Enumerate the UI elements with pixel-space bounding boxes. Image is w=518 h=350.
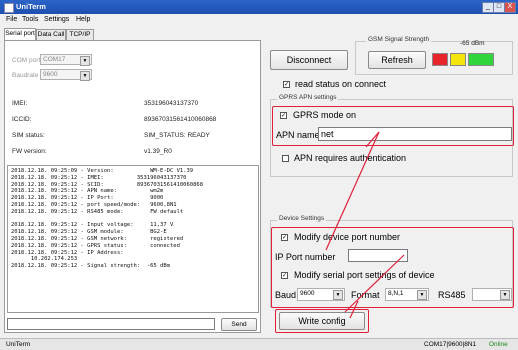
signal-bar-red [432,53,448,66]
log-line: 2018.12.18. 09:25:12 - IP Port: 9000 [11,195,164,202]
refresh-button[interactable]: Refresh [368,51,426,69]
tab-data-call[interactable]: Data Call [36,29,66,40]
log-line: 2018.12.18. 09:25:12 - Signal strength: … [11,263,170,270]
sim-status-value: SIM_STATUS: READY [144,132,210,139]
read-status-label: read status on connect [295,79,387,89]
status-port: COM17|9600|8N1 [424,341,477,348]
device-settings-caption: Device Settings [277,215,327,222]
send-button[interactable]: Send [221,318,257,331]
write-config-button[interactable]: Write config [279,312,365,330]
log-line: 2018.12.18. 09:25:12 - IP Address: [11,249,124,256]
log-line: 2018.12.18. 09:25:12 - IMEI: 35319604313… [11,174,187,181]
baud-value: 9600 [300,290,315,297]
log-line: 2018.12.18. 09:25:12 - port speed/mode: … [11,201,177,208]
imei-label: IMEI: [12,100,28,107]
fw-version-value: v1.39_R0 [144,148,172,155]
log-line: 2018.12.18. 09:25:12 - SCID: 89367031561… [11,181,204,188]
log-line: 2018.12.18. 09:25:12 - GPRS status: conn… [11,242,180,249]
log-line: 2018.12.18. 09:25:12 - GSM module: BG2-E [11,229,167,236]
log-line: 2018.12.18. 09:25:12 - APN name: wm2m [11,188,164,195]
send-input[interactable] [7,318,215,330]
title-bar: UniTerm _ □ X [0,0,518,14]
menu-tools[interactable]: Tools [22,16,38,23]
signal-bar-yellow [450,53,466,66]
app-icon [4,3,14,13]
chevron-down-icon: ▼ [333,290,343,300]
log-output[interactable]: 2018.12.18. 09:25:09 - Version: WM-E-DC … [7,165,259,313]
gsm-signal-caption: GSM Signal Strength [366,36,432,43]
format-value: 8,N,1 [388,290,404,297]
modify-serial-checkbox[interactable]: ✓ [281,272,288,279]
com-port-value: COM17 [43,56,66,63]
chevron-down-icon: ▼ [500,290,510,300]
baudrate-select[interactable]: 9600 ▼ [40,69,92,81]
signal-bar-green [468,53,494,66]
status-app-name: UniTerm [6,341,31,348]
iccid-label: ICCID: [12,116,32,123]
log-line: 2018.12.18. 09:25:12 - Input voltage: 11… [11,222,174,229]
iccid-value: 89367031561410060868 [144,116,217,123]
menu-file[interactable]: File [6,16,17,23]
tab-serial-port[interactable]: Serial port [4,28,36,40]
fw-version-label: FW version: [12,148,47,155]
ip-port-label: IP Port number [275,252,336,262]
modify-port-label: Modify device port number [294,232,401,242]
sim-status-label: SIM status: [12,132,45,139]
menu-bar: File Tools Settings Help [0,14,518,27]
modify-serial-label: Modify serial port settings of device [294,270,435,280]
gprs-apn-caption: GPRS APN settings [277,94,339,101]
apn-name-input[interactable] [318,127,512,141]
gprs-mode-label: GPRS mode on [293,110,357,120]
log-line: 2018.12.18. 09:25:09 - Version: WM-E-DC … [11,168,194,174]
chevron-down-icon: ▼ [80,56,90,66]
log-line: 2018.12.18. 09:25:12 - RS485 mode: FW de… [11,208,184,215]
apn-auth-label: APN requires authentication [294,153,407,163]
log-line: 10.202.174.253 [11,256,78,263]
com-port-select[interactable]: COM17 ▼ [40,54,92,66]
com-port-label: COM port [12,57,41,64]
baudrate-value: 9600 [43,71,58,78]
baud-select[interactable]: 9600 ▼ [297,288,345,301]
format-label: Format [351,290,380,300]
tab-tcp-ip[interactable]: TCP/IP [66,29,94,40]
chevron-down-icon: ▼ [80,71,90,81]
ip-port-input[interactable] [348,249,408,262]
format-select[interactable]: 8,N,1 ▼ [385,288,429,301]
rs485-label: RS485 [438,290,466,300]
imei-value: 353196043137370 [144,100,199,107]
disconnect-button[interactable]: Disconnect [270,50,348,70]
status-bar: UniTerm COM17|9600|8N1 Online [0,338,518,350]
read-status-checkbox[interactable]: ✓ [283,81,290,88]
gprs-mode-checkbox[interactable]: ✓ [280,112,287,119]
apn-name-label: APN name [276,130,320,140]
chevron-down-icon: ▼ [417,290,427,300]
menu-settings[interactable]: Settings [44,16,69,23]
window-title: UniTerm [16,2,46,11]
signal-strength-value: -65 dBm [460,40,485,47]
baud-label: Baud [275,290,297,300]
log-line: ​ [11,216,255,223]
baudrate-label: Baudrate [12,72,39,79]
status-online: Online [489,341,508,348]
menu-help[interactable]: Help [76,16,90,23]
log-line: 2018.12.18. 09:25:12 - GSM network: regi… [11,235,184,242]
close-button[interactable]: X [504,2,516,13]
rs485-select[interactable]: ▼ [472,288,512,301]
modify-port-checkbox[interactable]: ✓ [281,234,288,241]
apn-auth-checkbox[interactable] [282,155,289,162]
